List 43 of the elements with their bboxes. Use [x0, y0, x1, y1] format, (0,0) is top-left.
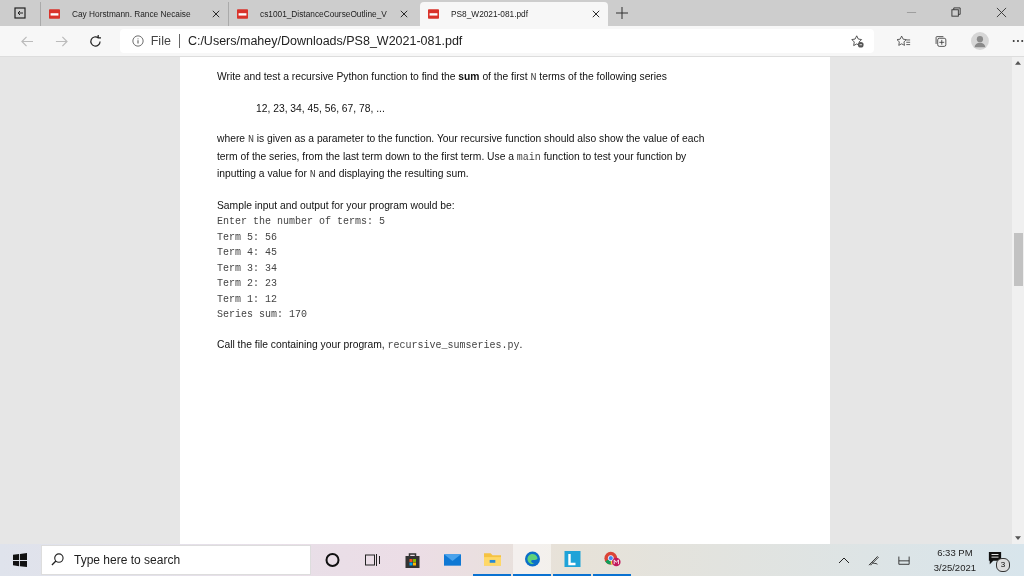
shopping-bag-icon [403, 552, 421, 568]
pdf-icon [49, 9, 60, 19]
add-favorite-icon[interactable] [851, 34, 865, 48]
scrollbar[interactable] [1012, 57, 1024, 544]
sample-output: Enter the number of terms: 5 Term 5: 56 Term 4: 45 Term 3: 34 Term 2: 23 Term 1: 12 Series sum: 170 [217, 215, 387, 322]
favorites-icon[interactable] [897, 34, 912, 48]
task-view-icon [363, 552, 381, 568]
refresh-icon[interactable] [88, 34, 102, 48]
keyboard-icon[interactable] [897, 554, 910, 566]
search-field[interactable]: Type here to search [41, 545, 311, 575]
envelope-icon [443, 552, 461, 568]
letter-tile-icon [563, 551, 581, 567]
collections-icon[interactable] [934, 34, 949, 48]
paragraph: where N is given as a parameter to the function. Your recursive function should also show the value of each term of the series, from the last term down to the first term. Use a main function to test your function by inputting a value for N and displaying the resulting sum. [217, 132, 706, 182]
address-bar[interactable]: File C:/Users/mahey/Downloads/PS8_W2021-081.pdf [119, 29, 875, 53]
browser-swirl-icon [523, 551, 541, 567]
profile-avatar-icon[interactable] [971, 32, 990, 50]
paragraph: Call the file containing your program, recursive_sumseries.py. [217, 337, 524, 353]
tab-actions-icon[interactable] [14, 7, 26, 19]
close-tab-icon[interactable] [592, 10, 600, 18]
pdf-icon [428, 9, 439, 19]
restore-icon[interactable] [951, 7, 962, 18]
close-icon[interactable] [996, 7, 1007, 18]
pen-icon[interactable] [867, 554, 880, 566]
close-tab-icon[interactable] [400, 10, 408, 18]
clock[interactable]: 6:33 PM 3/25/2021 [933, 545, 976, 575]
scroll-up-icon[interactable] [1015, 60, 1021, 65]
browser-tab[interactable]: PS8_W2021-081.pdf [420, 2, 608, 26]
folder-icon [483, 551, 501, 567]
circle-icon [323, 552, 341, 568]
search-icon [51, 553, 64, 566]
number-series: 12, 23, 34, 45, 56, 67, 78, ... [255, 101, 386, 116]
paragraph: Write and test a recursive Python function to find the sum of the first N terms of the following series [217, 70, 668, 85]
scrollbar-thumb[interactable] [1013, 233, 1023, 286]
paragraph: Sample input and output for your program would be: [217, 198, 456, 213]
notification-count: 3 [996, 558, 1010, 572]
pdf-icon [237, 9, 248, 19]
close-tab-icon[interactable] [212, 10, 220, 18]
new-tab-icon[interactable] [616, 7, 628, 19]
more-icon[interactable] [1012, 39, 1024, 43]
windows-start-icon[interactable] [13, 553, 27, 567]
scroll-down-icon[interactable] [1015, 536, 1021, 541]
info-icon [131, 35, 144, 47]
